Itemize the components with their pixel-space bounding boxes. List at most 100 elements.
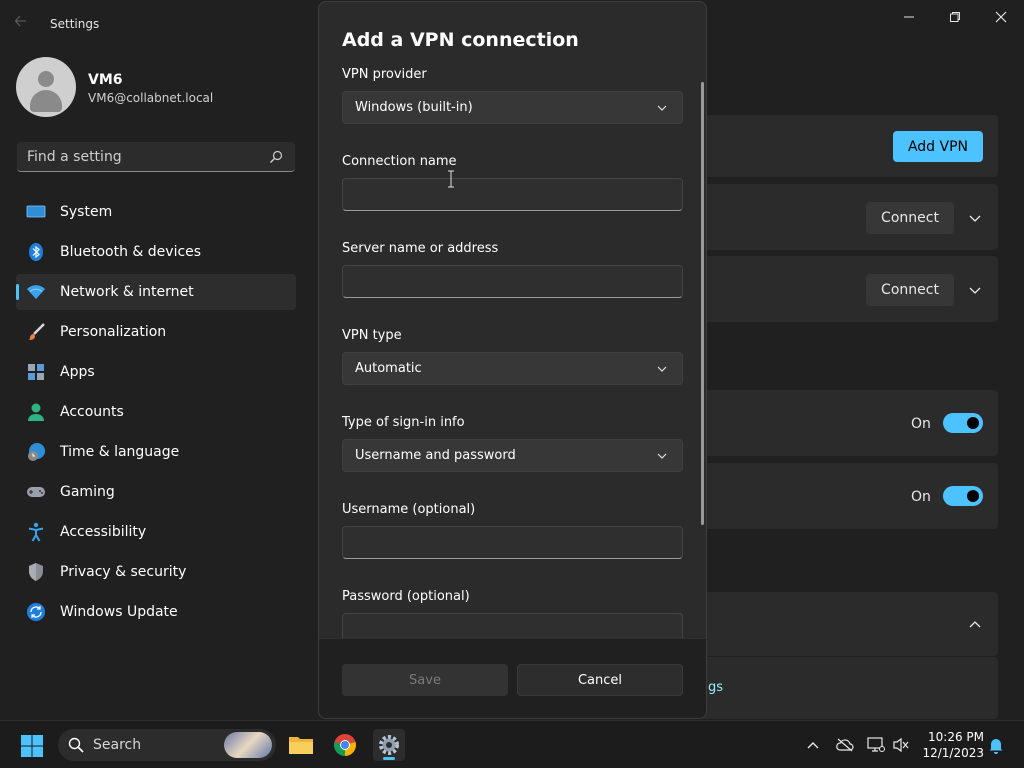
network-tray-button[interactable]: [867, 736, 885, 754]
taskbar: Search 10:26 PM 12/1/2023: [0, 720, 1024, 768]
search-input[interactable]: [17, 142, 257, 172]
chrome-icon: [334, 734, 356, 756]
username-field[interactable]: [342, 526, 683, 559]
avatar[interactable]: [16, 57, 76, 117]
taskbar-search-label: Search: [93, 737, 142, 753]
taskbar-search[interactable]: Search: [58, 729, 276, 761]
setting-toggle[interactable]: [943, 413, 983, 433]
clock-globe-icon: [26, 442, 46, 462]
minimize-button[interactable]: [894, 8, 924, 26]
connection-name-label: Connection name: [342, 154, 457, 169]
vpn-type-value: Automatic: [355, 361, 422, 376]
server-input[interactable]: [343, 266, 682, 297]
volume-muted-icon: [893, 737, 909, 753]
show-hidden-icons-button[interactable]: [804, 736, 822, 754]
chevron-up-icon: [807, 742, 819, 749]
password-field[interactable]: [342, 613, 683, 638]
maximize-button[interactable]: [940, 8, 970, 26]
sidebar-item-label: Apps: [60, 364, 95, 380]
restore-icon: [950, 12, 960, 22]
sidebar-nav: System Bluetooth & devices Network & int…: [16, 194, 296, 634]
minimize-icon: [904, 16, 914, 18]
user-name: VM6: [88, 72, 123, 88]
chevron-down-icon: [657, 453, 667, 459]
sidebar-item-label: Personalization: [60, 324, 167, 340]
back-button[interactable]: [14, 14, 34, 34]
add-vpn-button[interactable]: Add VPN: [893, 131, 983, 162]
accounts-icon: [26, 402, 46, 422]
connection-name-input[interactable]: [343, 179, 682, 210]
clock-date: 12/1/2023: [922, 746, 984, 760]
vpn-type-select[interactable]: Automatic: [342, 352, 683, 385]
vpn-provider-select[interactable]: Windows (built-in): [342, 91, 683, 124]
search-highlight-image: [224, 732, 272, 758]
cloud-offline-icon: [836, 738, 854, 752]
setting-toggle[interactable]: [943, 486, 983, 506]
chrome-button[interactable]: [329, 729, 361, 761]
settings-search[interactable]: [17, 142, 295, 172]
onedrive-button[interactable]: [836, 736, 854, 754]
settings-link[interactable]: gs: [708, 680, 723, 695]
avatar-head: [38, 71, 54, 87]
connect-button[interactable]: Connect: [866, 274, 954, 306]
vpn-type-label: VPN type: [342, 328, 402, 343]
sidebar-item-system[interactable]: System: [16, 194, 296, 230]
dialog-body: Add a VPN connection VPN provider Window…: [319, 2, 706, 638]
password-input[interactable]: [343, 614, 682, 638]
search-icon: [270, 150, 283, 163]
sidebar-item-bluetooth[interactable]: Bluetooth & devices: [16, 234, 296, 270]
dialog-footer: Save Cancel: [319, 638, 706, 718]
search-icon: [68, 737, 84, 753]
close-button[interactable]: [986, 8, 1016, 26]
clock-time: 10:26 PM: [928, 730, 984, 744]
chevron-down-icon[interactable]: [968, 285, 982, 295]
sidebar-item-label: Gaming: [60, 484, 115, 500]
file-explorer-button[interactable]: [285, 729, 317, 761]
sidebar-item-apps[interactable]: Apps: [16, 354, 296, 390]
chevron-down-icon[interactable]: [968, 213, 982, 223]
expander-card: [700, 592, 998, 656]
notifications-button[interactable]: [987, 736, 1005, 754]
gamepad-icon: [26, 482, 46, 502]
sign-in-type-value: Username and password: [355, 448, 516, 463]
server-field[interactable]: [342, 265, 683, 298]
sidebar-item-gaming[interactable]: Gaming: [16, 474, 296, 510]
cancel-button[interactable]: Cancel: [517, 664, 683, 696]
taskbar-clock[interactable]: 10:26 PM 12/1/2023: [920, 729, 984, 761]
shield-icon: [26, 562, 46, 582]
sidebar-item-time-language[interactable]: Time & language: [16, 434, 296, 470]
sidebar-item-personalization[interactable]: Personalization: [16, 314, 296, 350]
avatar-body: [30, 90, 62, 112]
save-button[interactable]: Save: [342, 664, 508, 696]
username-label: Username (optional): [342, 502, 476, 517]
sign-in-type-select[interactable]: Username and password: [342, 439, 683, 472]
sidebar-item-label: Accessibility: [60, 524, 147, 540]
connect-button[interactable]: Connect: [866, 202, 954, 234]
vpn-provider-label: VPN provider: [342, 67, 427, 82]
sidebar-item-windows-update[interactable]: Windows Update: [16, 594, 296, 630]
sidebar-item-label: Bluetooth & devices: [60, 244, 202, 260]
folder-icon: [289, 737, 313, 754]
sidebar-item-label: System: [60, 204, 113, 220]
connection-name-field[interactable]: [342, 178, 683, 211]
start-button[interactable]: [20, 734, 44, 758]
volume-button[interactable]: [892, 736, 910, 754]
username-input[interactable]: [343, 527, 682, 558]
text-cursor-icon: [448, 170, 454, 188]
update-icon: [26, 602, 46, 622]
sidebar-item-privacy[interactable]: Privacy & security: [16, 554, 296, 590]
sidebar-item-network[interactable]: Network & internet: [16, 274, 296, 310]
wifi-icon: [26, 282, 46, 302]
sidebar-item-label: Time & language: [60, 444, 180, 460]
settings-app-button[interactable]: [373, 729, 405, 761]
sidebar-item-accessibility[interactable]: Accessibility: [16, 514, 296, 550]
sign-in-type-label: Type of sign-in info: [342, 415, 465, 430]
back-arrow-icon: [14, 15, 26, 27]
user-email: VM6@collabnet.local: [88, 91, 214, 105]
bell-icon: [989, 739, 1003, 754]
chevron-up-icon[interactable]: [968, 620, 982, 630]
chevron-down-icon: [657, 366, 667, 372]
dialog-scrollbar[interactable]: [701, 82, 704, 525]
system-icon: [26, 202, 46, 222]
sidebar-item-accounts[interactable]: Accounts: [16, 394, 296, 430]
